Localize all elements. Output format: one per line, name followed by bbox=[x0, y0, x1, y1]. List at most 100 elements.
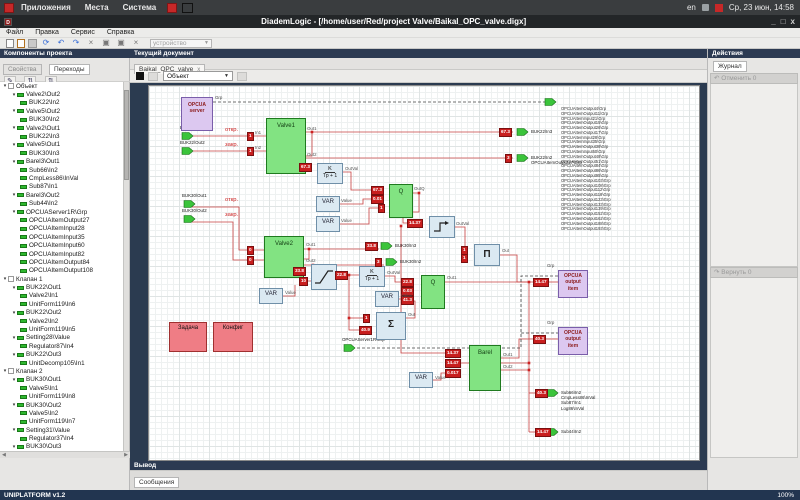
signal-connector-icon[interactable] bbox=[182, 148, 193, 155]
device-dropdown[interactable]: устройство ▼ bbox=[150, 39, 212, 48]
tree-item[interactable]: OPCUAItemOutput84 bbox=[0, 258, 124, 266]
tree-item[interactable]: ▾Клапан 1 bbox=[0, 275, 124, 283]
signal-connector-icon[interactable] bbox=[182, 133, 193, 140]
block-limiter[interactable] bbox=[311, 264, 337, 290]
delete-icon[interactable]: × bbox=[130, 38, 142, 48]
signal-connector-icon[interactable] bbox=[517, 155, 528, 162]
tree-item[interactable]: OPCUAItemOutput108 bbox=[0, 267, 124, 275]
paste-icon[interactable]: ▣ bbox=[115, 38, 127, 48]
block-pi[interactable]: Π bbox=[474, 244, 500, 266]
notification-icon[interactable] bbox=[715, 4, 723, 12]
signal-connector-icon[interactable] bbox=[386, 259, 397, 266]
copy-icon[interactable]: ▣ bbox=[100, 38, 112, 48]
tree-item[interactable]: BUK22\In2 bbox=[0, 99, 124, 107]
undo-section-header[interactable]: ↶ Отменить 0 bbox=[710, 73, 798, 84]
tree-item[interactable]: ▾OPCUAServer1R\Grp bbox=[0, 208, 124, 216]
signal-connector-icon[interactable] bbox=[381, 243, 392, 250]
undo-icon[interactable]: ↶ bbox=[55, 38, 67, 48]
tree-item[interactable]: BUK30\In2 bbox=[0, 116, 124, 124]
clock[interactable]: Ср, 23 июн, 14:58 bbox=[729, 3, 794, 12]
block-var[interactable]: VAR bbox=[259, 288, 283, 304]
tree-item[interactable]: OPCUAItemOutput27 bbox=[0, 216, 124, 224]
tree-item[interactable]: Regulator87\In4 bbox=[0, 342, 124, 350]
minimize-button[interactable]: _ bbox=[771, 17, 775, 26]
close-button[interactable]: x bbox=[791, 17, 795, 26]
tree-item[interactable]: Sub66\In2 bbox=[0, 166, 124, 174]
tree-item[interactable]: ▾BUK30\Out2 bbox=[0, 401, 124, 409]
tree-item[interactable]: Sub44\In2 bbox=[0, 199, 124, 207]
block-var[interactable]: VAR bbox=[316, 216, 340, 232]
window-titlebar[interactable]: D DiademLogic - [/home/user/Red/project … bbox=[0, 15, 800, 28]
signal-connector-icon[interactable] bbox=[545, 99, 556, 106]
scrollbar-thumb[interactable] bbox=[124, 90, 129, 180]
places-menu[interactable]: Места bbox=[85, 3, 109, 12]
distro-logo-icon[interactable] bbox=[4, 3, 14, 13]
menu-file[interactable]: Файл bbox=[6, 29, 23, 36]
tree-item[interactable]: BUK30\In3 bbox=[0, 149, 124, 157]
tree-item[interactable]: Valve2\In2 bbox=[0, 317, 124, 325]
tree-item[interactable]: OPCUAItemInput82 bbox=[0, 250, 124, 258]
tree-item[interactable]: Regulator37\In4 bbox=[0, 434, 124, 442]
tree-item[interactable]: ▾BUK22\Out3 bbox=[0, 351, 124, 359]
object-dropdown[interactable]: Объект ▼ bbox=[163, 71, 233, 81]
tree-item[interactable]: UnitDecomp105\In1 bbox=[0, 359, 124, 367]
volume-icon[interactable] bbox=[702, 4, 709, 11]
tree-item[interactable]: ▾Barel3\Out1 bbox=[0, 158, 124, 166]
tree-item[interactable]: OPCUAItemInput60 bbox=[0, 241, 124, 249]
block-opcua-server[interactable]: OPCUAserver bbox=[181, 97, 213, 131]
tree-item[interactable]: ▾Объект bbox=[0, 82, 124, 90]
diagram-canvas[interactable]: OPCUAItemOutput4\GrpOPCUAItemOutput11\Gr… bbox=[130, 83, 707, 490]
tree-checkbox[interactable] bbox=[8, 276, 14, 282]
tree-item[interactable]: ▾Barel3\Out2 bbox=[0, 191, 124, 199]
tree-item[interactable]: ▾Valve5\Out2 bbox=[0, 107, 124, 115]
block-q[interactable]: Q bbox=[389, 184, 413, 218]
block-задача[interactable]: Задача bbox=[169, 322, 207, 352]
tree-vertical-scrollbar[interactable] bbox=[123, 82, 129, 451]
maximize-button[interactable]: □ bbox=[781, 17, 786, 26]
block-var[interactable]: VAR bbox=[409, 372, 433, 388]
tree-item[interactable]: ▾Valve2\Out1 bbox=[0, 124, 124, 132]
new-document-icon[interactable] bbox=[6, 39, 14, 48]
tree-item[interactable]: Valve2\In1 bbox=[0, 292, 124, 300]
tree-item[interactable]: UnitForm119\In5 bbox=[0, 325, 124, 333]
redo-section-header[interactable]: ↷ Вернуть 0 bbox=[710, 267, 798, 278]
block-tf[interactable]: KTp + 1 bbox=[317, 163, 343, 184]
tree-item[interactable]: OPCUAItemInput35 bbox=[0, 233, 124, 241]
tree-item[interactable]: Valve5\In1 bbox=[0, 384, 124, 392]
tree-item[interactable]: ▾BUK30\Out1 bbox=[0, 376, 124, 384]
tab-messages[interactable]: Сообщения bbox=[134, 477, 179, 488]
sync-icon[interactable]: ⟳ bbox=[40, 38, 52, 48]
signal-connector-icon[interactable] bbox=[184, 216, 195, 223]
tray-app-icon[interactable] bbox=[182, 3, 193, 13]
block-var[interactable]: VAR bbox=[316, 196, 340, 212]
tree-item[interactable]: UnitForm119\In7 bbox=[0, 418, 124, 426]
block-barel[interactable]: Barel bbox=[469, 345, 501, 391]
diadem-tray-icon[interactable] bbox=[167, 3, 177, 13]
tree-item[interactable]: OPCUAItemInput28 bbox=[0, 225, 124, 233]
tree-item[interactable]: ▾Клапан 2 bbox=[0, 367, 124, 375]
signal-connector-icon[interactable] bbox=[344, 345, 355, 352]
tree-item[interactable]: ▾Setting28\Value bbox=[0, 334, 124, 342]
menu-help[interactable]: Справка bbox=[107, 29, 134, 36]
signal-connector-icon[interactable] bbox=[517, 129, 528, 136]
block-sigma[interactable]: Σ bbox=[376, 312, 406, 340]
system-menu[interactable]: Система bbox=[123, 3, 157, 12]
block-step[interactable] bbox=[429, 216, 455, 238]
signal-connector-icon[interactable] bbox=[184, 201, 195, 208]
tree-item[interactable]: ▾Setting31\Value bbox=[0, 426, 124, 434]
block-tf[interactable]: KTp + 1 bbox=[359, 266, 385, 287]
tree-item[interactable]: Sub87\In1 bbox=[0, 183, 124, 191]
keyboard-layout-indicator[interactable]: en bbox=[687, 3, 696, 12]
tree-item[interactable]: UnitForm119\In8 bbox=[0, 392, 124, 400]
tree-item[interactable]: ▾Valve2\Out2 bbox=[0, 90, 124, 98]
tree-item[interactable]: ▾Valve5\Out1 bbox=[0, 141, 124, 149]
signal-connector-icon[interactable] bbox=[547, 390, 558, 397]
tree-item[interactable]: UnitForm119\In6 bbox=[0, 300, 124, 308]
tree-horizontal-scrollbar[interactable]: ◀▶ bbox=[0, 451, 130, 458]
tree-item[interactable]: ▾BUK22\Out2 bbox=[0, 309, 124, 317]
diagram-paper[interactable]: OPCUAItemOutput4\GrpOPCUAItemOutput11\Gr… bbox=[148, 85, 700, 461]
menu-service[interactable]: Сервис bbox=[71, 29, 95, 36]
tree-item[interactable]: CmpLess86\InVal bbox=[0, 174, 124, 182]
tree-item[interactable]: ▾BUK22\Out1 bbox=[0, 283, 124, 291]
save-icon[interactable] bbox=[28, 39, 37, 48]
